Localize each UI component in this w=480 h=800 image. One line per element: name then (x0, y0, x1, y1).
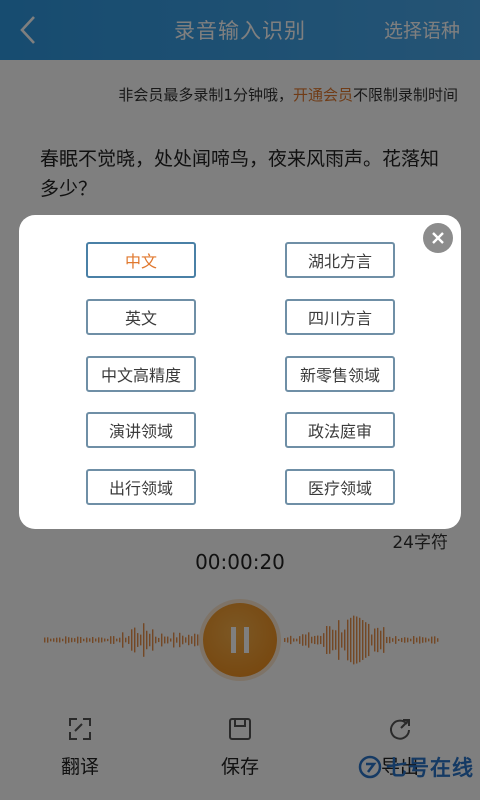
close-icon (432, 232, 444, 244)
language-option[interactable]: 出行领域 (86, 469, 196, 505)
language-option[interactable]: 新零售领域 (285, 356, 395, 392)
language-option[interactable]: 政法庭审 (285, 412, 395, 448)
dialog-close-button[interactable] (423, 223, 453, 253)
language-option[interactable]: 演讲领域 (86, 412, 196, 448)
language-option[interactable]: 医疗领域 (285, 469, 395, 505)
language-option[interactable]: 中文 (86, 242, 196, 278)
language-option[interactable]: 四川方言 (285, 299, 395, 335)
language-option[interactable]: 中文高精度 (86, 356, 196, 392)
language-option[interactable]: 英文 (86, 299, 196, 335)
language-option[interactable]: 湖北方言 (285, 242, 395, 278)
